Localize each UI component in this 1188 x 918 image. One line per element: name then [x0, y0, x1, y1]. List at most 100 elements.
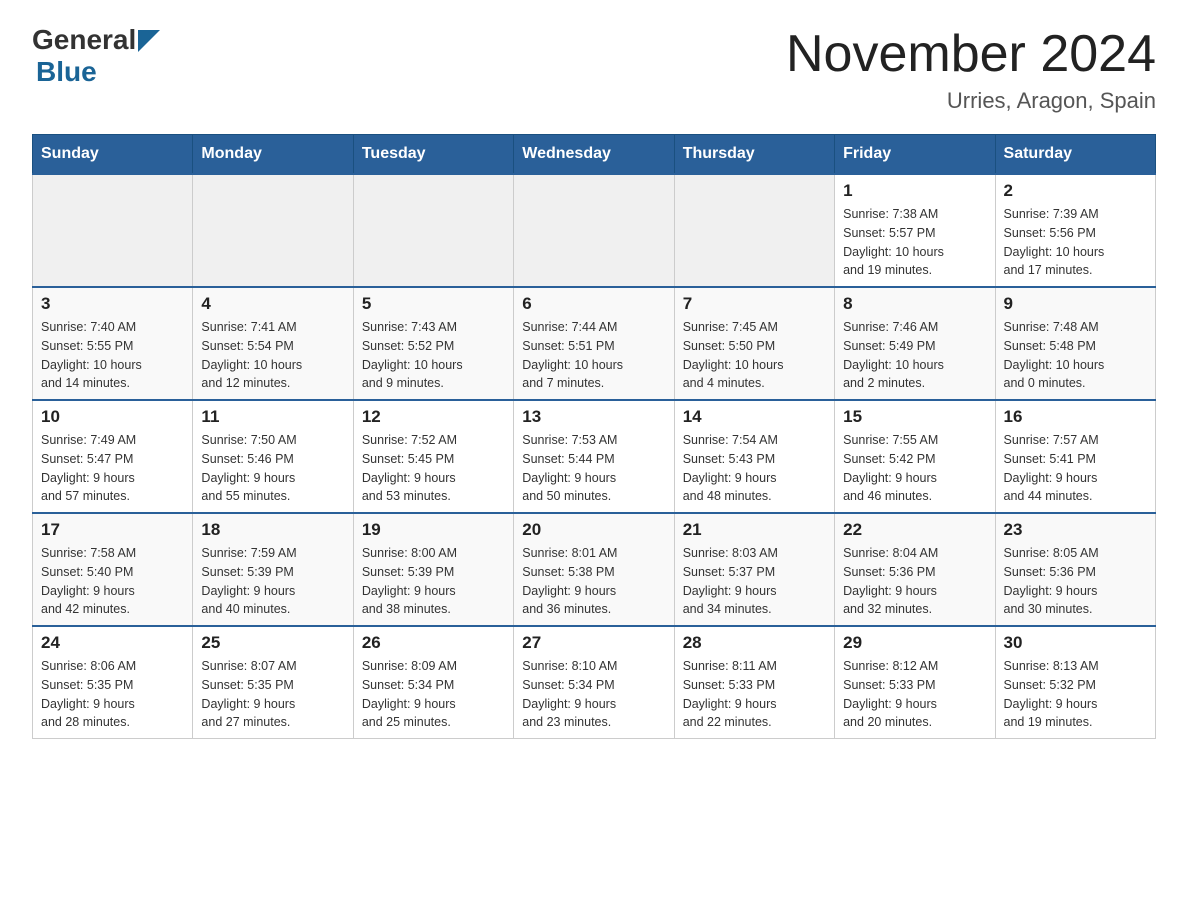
calendar-day-header: Sunday — [33, 135, 193, 175]
day-number: 11 — [201, 407, 344, 427]
day-info: Sunrise: 7:40 AM Sunset: 5:55 PM Dayligh… — [41, 318, 184, 393]
day-number: 3 — [41, 294, 184, 314]
day-number: 29 — [843, 633, 986, 653]
logo-arrow-icon — [138, 30, 160, 52]
day-info: Sunrise: 7:53 AM Sunset: 5:44 PM Dayligh… — [522, 431, 665, 506]
calendar-week-row: 1Sunrise: 7:38 AM Sunset: 5:57 PM Daylig… — [33, 174, 1156, 287]
calendar-day-cell: 1Sunrise: 7:38 AM Sunset: 5:57 PM Daylig… — [835, 174, 995, 287]
day-info: Sunrise: 7:55 AM Sunset: 5:42 PM Dayligh… — [843, 431, 986, 506]
calendar-day-cell: 24 Sunrise: 8:06 AM Sunset: 5:35 PM Dayli… — [33, 626, 193, 739]
calendar-day-cell: 2 Sunrise: 7:39 AM Sunset: 5:56 PM Daylig… — [995, 174, 1155, 287]
day-number: 18 — [201, 520, 344, 540]
day-number: 7 — [683, 294, 826, 314]
logo: General Blue — [32, 24, 160, 88]
calendar-week-row: 17 Sunrise: 7:58 AM Sunset: 5:40 PM Dayli… — [33, 513, 1156, 626]
calendar-day-cell: 16 Sunrise: 7:57 AM Sunset: 5:41 PM Dayli… — [995, 400, 1155, 513]
calendar-day-header: Saturday — [995, 135, 1155, 175]
calendar-table: SundayMondayTuesdayWednesdayThursdayFrid… — [32, 134, 1156, 739]
day-info: Sunrise: 8:01 AM Sunset: 5:38 PM Dayligh… — [522, 544, 665, 619]
logo-blue-text: Blue — [36, 56, 97, 88]
day-number: 22 — [843, 520, 986, 540]
day-number: 26 — [362, 633, 505, 653]
page-header: General Blue November 2024 Urries, Arago… — [32, 24, 1156, 114]
day-number: 19 — [362, 520, 505, 540]
calendar-day-cell: 13 Sunrise: 7:53 AM Sunset: 5:44 PM Dayli… — [514, 400, 674, 513]
logo-general-text: General — [32, 24, 136, 56]
day-number: 25 — [201, 633, 344, 653]
day-number: 5 — [362, 294, 505, 314]
day-info: Sunrise: 7:58 AM Sunset: 5:40 PM Dayligh… — [41, 544, 184, 619]
day-info: Sunrise: 8:12 AM Sunset: 5:33 PM Dayligh… — [843, 657, 986, 732]
calendar-day-cell: 22 Sunrise: 8:04 AM Sunset: 5:36 PM Dayli… — [835, 513, 995, 626]
day-number: 8 — [843, 294, 986, 314]
day-info: Sunrise: 7:45 AM Sunset: 5:50 PM Dayligh… — [683, 318, 826, 393]
day-info: Sunrise: 7:54 AM Sunset: 5:43 PM Dayligh… — [683, 431, 826, 506]
calendar-day-cell: 11 Sunrise: 7:50 AM Sunset: 5:46 PM Dayli… — [193, 400, 353, 513]
day-info: Sunrise: 7:48 AM Sunset: 5:48 PM Dayligh… — [1004, 318, 1147, 393]
calendar-day-cell: 19 Sunrise: 8:00 AM Sunset: 5:39 PM Dayli… — [353, 513, 513, 626]
day-number: 6 — [522, 294, 665, 314]
calendar-week-row: 10Sunrise: 7:49 AM Sunset: 5:47 PM Dayli… — [33, 400, 1156, 513]
day-info: Sunrise: 7:44 AM Sunset: 5:51 PM Dayligh… — [522, 318, 665, 393]
calendar-day-cell — [353, 174, 513, 287]
main-title: November 2024 — [786, 24, 1156, 84]
day-info: Sunrise: 8:04 AM Sunset: 5:36 PM Dayligh… — [843, 544, 986, 619]
day-info: Sunrise: 8:10 AM Sunset: 5:34 PM Dayligh… — [522, 657, 665, 732]
day-info: Sunrise: 8:11 AM Sunset: 5:33 PM Dayligh… — [683, 657, 826, 732]
calendar-day-cell: 5 Sunrise: 7:43 AM Sunset: 5:52 PM Daylig… — [353, 287, 513, 400]
calendar-week-row: 3 Sunrise: 7:40 AM Sunset: 5:55 PM Daylig… — [33, 287, 1156, 400]
day-number: 20 — [522, 520, 665, 540]
subtitle: Urries, Aragon, Spain — [786, 88, 1156, 114]
calendar-day-cell: 4Sunrise: 7:41 AM Sunset: 5:54 PM Daylig… — [193, 287, 353, 400]
day-info: Sunrise: 7:50 AM Sunset: 5:46 PM Dayligh… — [201, 431, 344, 506]
calendar-day-header: Thursday — [674, 135, 834, 175]
day-info: Sunrise: 8:13 AM Sunset: 5:32 PM Dayligh… — [1004, 657, 1147, 732]
calendar-day-cell: 15Sunrise: 7:55 AM Sunset: 5:42 PM Dayli… — [835, 400, 995, 513]
day-number: 21 — [683, 520, 826, 540]
calendar-day-cell — [674, 174, 834, 287]
day-info: Sunrise: 7:57 AM Sunset: 5:41 PM Dayligh… — [1004, 431, 1147, 506]
calendar-day-cell: 9 Sunrise: 7:48 AM Sunset: 5:48 PM Daylig… — [995, 287, 1155, 400]
day-number: 24 — [41, 633, 184, 653]
calendar-day-cell: 3 Sunrise: 7:40 AM Sunset: 5:55 PM Daylig… — [33, 287, 193, 400]
day-info: Sunrise: 7:59 AM Sunset: 5:39 PM Dayligh… — [201, 544, 344, 619]
day-number: 17 — [41, 520, 184, 540]
day-number: 16 — [1004, 407, 1147, 427]
day-info: Sunrise: 8:07 AM Sunset: 5:35 PM Dayligh… — [201, 657, 344, 732]
calendar-day-cell — [514, 174, 674, 287]
day-number: 23 — [1004, 520, 1147, 540]
day-info: Sunrise: 8:09 AM Sunset: 5:34 PM Dayligh… — [362, 657, 505, 732]
calendar-header-row: SundayMondayTuesdayWednesdayThursdayFrid… — [33, 135, 1156, 175]
calendar-week-row: 24 Sunrise: 8:06 AM Sunset: 5:35 PM Dayli… — [33, 626, 1156, 739]
day-number: 2 — [1004, 181, 1147, 201]
calendar-day-header: Wednesday — [514, 135, 674, 175]
day-number: 10 — [41, 407, 184, 427]
day-number: 30 — [1004, 633, 1147, 653]
calendar-day-cell: 14Sunrise: 7:54 AM Sunset: 5:43 PM Dayli… — [674, 400, 834, 513]
day-number: 9 — [1004, 294, 1147, 314]
calendar-day-cell: 6 Sunrise: 7:44 AM Sunset: 5:51 PM Daylig… — [514, 287, 674, 400]
day-info: Sunrise: 7:38 AM Sunset: 5:57 PM Dayligh… — [843, 205, 986, 280]
day-info: Sunrise: 8:06 AM Sunset: 5:35 PM Dayligh… — [41, 657, 184, 732]
day-info: Sunrise: 8:05 AM Sunset: 5:36 PM Dayligh… — [1004, 544, 1147, 619]
calendar-day-cell: 21 Sunrise: 8:03 AM Sunset: 5:37 PM Dayli… — [674, 513, 834, 626]
calendar-day-cell: 20 Sunrise: 8:01 AM Sunset: 5:38 PM Dayli… — [514, 513, 674, 626]
day-info: Sunrise: 8:03 AM Sunset: 5:37 PM Dayligh… — [683, 544, 826, 619]
calendar-day-cell: 7 Sunrise: 7:45 AM Sunset: 5:50 PM Daylig… — [674, 287, 834, 400]
calendar-day-cell: 28Sunrise: 8:11 AM Sunset: 5:33 PM Dayli… — [674, 626, 834, 739]
day-number: 13 — [522, 407, 665, 427]
calendar-day-cell: 29 Sunrise: 8:12 AM Sunset: 5:33 PM Dayli… — [835, 626, 995, 739]
day-number: 12 — [362, 407, 505, 427]
calendar-day-cell: 30 Sunrise: 8:13 AM Sunset: 5:32 PM Dayli… — [995, 626, 1155, 739]
day-info: Sunrise: 7:39 AM Sunset: 5:56 PM Dayligh… — [1004, 205, 1147, 280]
calendar-day-cell: 27 Sunrise: 8:10 AM Sunset: 5:34 PM Dayli… — [514, 626, 674, 739]
day-number: 27 — [522, 633, 665, 653]
calendar-day-cell: 12 Sunrise: 7:52 AM Sunset: 5:45 PM Dayli… — [353, 400, 513, 513]
day-info: Sunrise: 8:00 AM Sunset: 5:39 PM Dayligh… — [362, 544, 505, 619]
calendar-day-cell: 25 Sunrise: 8:07 AM Sunset: 5:35 PM Dayli… — [193, 626, 353, 739]
title-section: November 2024 Urries, Aragon, Spain — [786, 24, 1156, 114]
calendar-day-cell: 8Sunrise: 7:46 AM Sunset: 5:49 PM Daylig… — [835, 287, 995, 400]
calendar-day-header: Monday — [193, 135, 353, 175]
day-info: Sunrise: 7:52 AM Sunset: 5:45 PM Dayligh… — [362, 431, 505, 506]
day-info: Sunrise: 7:43 AM Sunset: 5:52 PM Dayligh… — [362, 318, 505, 393]
